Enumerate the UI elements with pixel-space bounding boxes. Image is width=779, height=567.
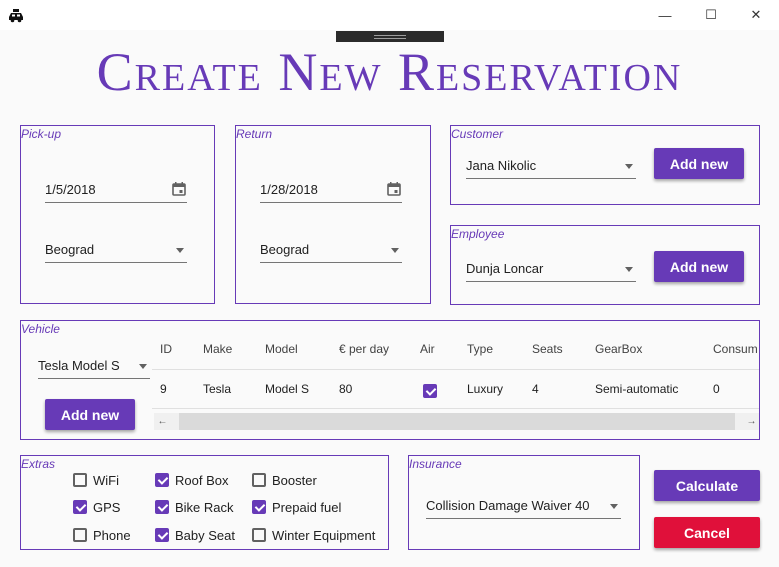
extra-bike-rack-checkbox[interactable] [155,500,169,514]
extra-prepaid-fuel-label[interactable]: Prepaid fuel [272,500,341,515]
chevron-down-icon [610,504,618,509]
cell-id: 9 [160,382,167,396]
scroll-thumb[interactable] [179,413,735,430]
employee-label: Employee [451,227,505,241]
chevron-down-icon [625,164,633,169]
vehicle-select[interactable]: Tesla Model S [38,355,150,379]
cell-air-checkbox[interactable] [423,384,437,398]
maximize-button[interactable]: ☐ [688,0,734,30]
cell-make: Tesla [203,382,232,396]
extra-prepaid-fuel-checkbox[interactable] [252,500,266,514]
vehicle-value: Tesla Model S [38,358,120,373]
pickup-location-value: Beograd [45,242,95,257]
cell-type: Luxury [467,382,504,396]
page-title: Create New Reservation [96,42,683,102]
chevron-down-icon [391,248,399,253]
cell-gearbox: Semi-automatic [595,382,679,396]
column-header-model[interactable]: Model [265,342,298,356]
column-header-gearbox[interactable]: GearBox [595,342,642,356]
pickup-group: Pick-up 1/5/2018 Beograd [20,125,215,304]
extra-wifi-checkbox[interactable] [73,473,87,487]
calendar-icon[interactable] [172,182,186,196]
extras-group: Extras WiFi GPS Phone Roof Box Bike Rack… [20,455,389,550]
cell-consumption: 0 [713,382,720,396]
add-customer-button[interactable]: Add new [654,148,744,179]
employee-group: Employee Dunja Loncar Add new [450,225,760,305]
vehicle-label: Vehicle [21,322,60,336]
column-header-air[interactable]: Air [420,342,435,356]
employee-select[interactable]: Dunja Loncar [466,258,636,282]
extra-booster-checkbox[interactable] [252,473,266,487]
extra-baby-seat-label[interactable]: Baby Seat [175,528,235,543]
minimize-button[interactable]: — [642,0,688,30]
extras-label: Extras [21,457,56,471]
insurance-select[interactable]: Collision Damage Waiver 40 [426,495,621,519]
extra-phone-label[interactable]: Phone [93,528,131,543]
column-header-price[interactable]: € per day [339,342,389,356]
column-header-consumption[interactable]: Consum [713,342,758,356]
chevron-down-icon [176,248,184,253]
extra-booster-label[interactable]: Booster [272,473,317,488]
column-header-seats[interactable]: Seats [532,342,563,356]
extra-gps-label[interactable]: GPS [93,500,120,515]
extra-phone-checkbox[interactable] [73,528,87,542]
column-header-id[interactable]: ID [160,342,172,356]
vehicle-group: Vehicle Tesla Model S Add new ID Make Mo… [20,320,760,440]
extra-roof-box-checkbox[interactable] [155,473,169,487]
calculate-button[interactable]: Calculate [654,470,760,501]
close-button[interactable]: ✕ [733,0,779,30]
customer-label: Customer [451,127,504,141]
pickup-date-value: 1/5/2018 [45,182,96,197]
return-date-value: 1/28/2018 [260,182,318,197]
return-date-picker[interactable]: 1/28/2018 [260,179,402,203]
taxi-car-icon [9,9,23,23]
cell-price: 80 [339,382,353,396]
insurance-label: Insurance [409,457,462,471]
row-divider [152,408,759,409]
scroll-right-arrow-icon[interactable]: → [743,413,759,430]
column-header-make[interactable]: Make [203,342,232,356]
window-titlebar[interactable]: — ☐ ✕ [0,0,779,30]
extra-roof-box-label[interactable]: Roof Box [175,473,228,488]
extra-gps-checkbox[interactable] [73,500,87,514]
return-location-select[interactable]: Beograd [260,239,402,263]
pickup-date-picker[interactable]: 1/5/2018 [45,179,187,203]
add-vehicle-button[interactable]: Add new [45,399,135,430]
extra-bike-rack-label[interactable]: Bike Rack [175,500,234,515]
pickup-location-select[interactable]: Beograd [45,239,187,263]
return-label: Return [236,127,273,141]
return-location-value: Beograd [260,242,310,257]
calendar-icon[interactable] [387,182,401,196]
pickup-label: Pick-up [21,127,62,141]
extra-baby-seat-checkbox[interactable] [155,528,169,542]
header-divider [152,369,759,370]
cancel-button[interactable]: Cancel [654,517,760,548]
customer-select[interactable]: Jana Nikolic [466,155,636,179]
chevron-down-icon [625,267,633,272]
add-employee-button[interactable]: Add new [654,251,744,282]
extra-winter-equipment-checkbox[interactable] [252,528,266,542]
customer-value: Jana Nikolic [466,158,537,173]
insurance-group: Insurance Collision Damage Waiver 40 [408,455,640,550]
horizontal-scrollbar[interactable]: ← → [154,413,759,430]
customer-group: Customer Jana Nikolic Add new [450,125,760,205]
column-header-type[interactable]: Type [467,342,493,356]
drag-handle[interactable] [336,31,444,42]
insurance-value: Collision Damage Waiver 40 [426,498,590,513]
chevron-down-icon [139,364,147,369]
return-group: Return 1/28/2018 Beograd [235,125,431,304]
extra-wifi-label[interactable]: WiFi [93,473,119,488]
extra-winter-equipment-label[interactable]: Winter Equipment [272,528,375,543]
employee-value: Dunja Loncar [466,261,544,276]
cell-seats: 4 [532,382,539,396]
cell-model: Model S [265,382,310,396]
scroll-left-arrow-icon[interactable]: ← [154,413,171,430]
